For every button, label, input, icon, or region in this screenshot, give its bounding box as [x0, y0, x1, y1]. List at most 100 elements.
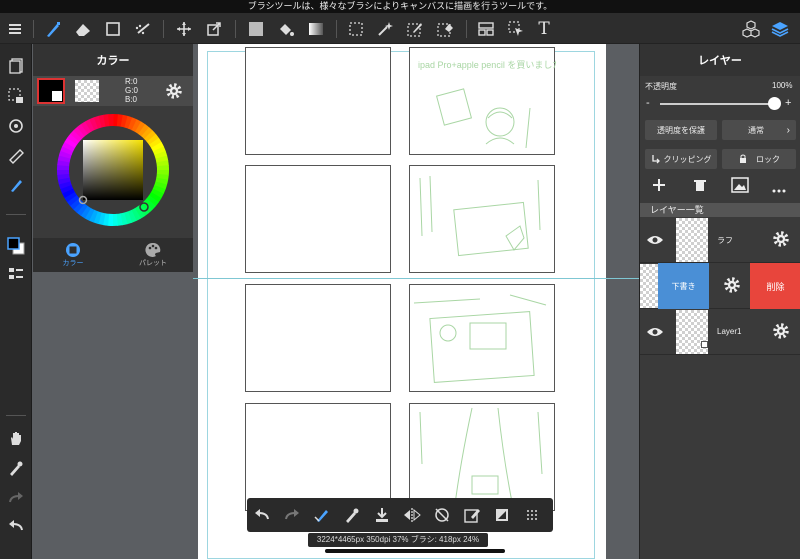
trash-icon[interactable]	[693, 178, 707, 197]
comic-panel-2[interactable]: ipad Pro+apple pencil を買いました!	[409, 47, 564, 155]
opacity-minus-icon[interactable]: -	[646, 97, 650, 109]
transform-icon[interactable]	[201, 13, 227, 44]
frame-icon[interactable]	[473, 13, 499, 44]
menu-icon[interactable]	[4, 13, 26, 44]
visibility-eye-icon[interactable]	[646, 233, 664, 251]
delete-layer-button[interactable]: 削除	[750, 263, 800, 309]
clipping-button[interactable]: クリッピング	[645, 149, 717, 169]
ruler-icon[interactable]	[0, 142, 32, 170]
brush-eraser-toggle-icon[interactable]	[307, 498, 337, 532]
gradient-icon[interactable]	[303, 13, 329, 44]
manga-page[interactable]: ipad Pro+apple pencil を買いました!	[198, 44, 606, 559]
sketch-caption: ipad Pro+apple pencil を買いました!	[418, 60, 556, 70]
canvas-status: 3224*4465px 350dpi 37% ブラシ: 418px 24%	[308, 533, 488, 547]
comic-panel-6[interactable]	[409, 284, 555, 392]
save-download-icon[interactable]	[367, 498, 397, 532]
select-rect-icon[interactable]	[343, 13, 369, 44]
visibility-eye-icon[interactable]	[646, 325, 664, 343]
layer-list-header: レイヤー一覧	[640, 203, 800, 217]
material-icon[interactable]	[738, 13, 764, 44]
transparent-color-swatch[interactable]	[75, 80, 99, 102]
add-layer-icon[interactable]	[652, 178, 666, 197]
color-settings-gear-icon[interactable]	[165, 82, 183, 105]
layer-image-icon[interactable]	[731, 177, 749, 198]
layer-name-selected[interactable]: 下書き	[658, 263, 709, 309]
layer-row-draft[interactable]: 下書き 削除	[640, 263, 800, 309]
layer-settings-gear-icon[interactable]	[772, 230, 790, 253]
layer-row-rough[interactable]: ラフ	[640, 217, 800, 263]
quick-action-bar	[247, 498, 553, 532]
tool-hint-text: ブラシツールは、様々なブラシによりキャンバスに描画を行うツールです。	[247, 1, 553, 11]
color-panel: カラー R:0 G:0 B:0 カラー パレット	[33, 44, 193, 272]
current-color-icon[interactable]	[0, 232, 32, 260]
pointer-icon[interactable]	[503, 13, 529, 44]
layer-settings-gear-icon[interactable]	[772, 322, 790, 345]
redo-icon[interactable]	[0, 484, 32, 512]
eraser-icon[interactable]	[70, 13, 96, 44]
more-options-icon[interactable]	[772, 181, 786, 199]
undo-icon[interactable]	[0, 512, 32, 540]
main-toolbar: T	[0, 13, 800, 44]
redo-icon[interactable]	[277, 498, 307, 532]
layers-icon[interactable]	[766, 13, 794, 44]
canvas-area[interactable]: ipad Pro+apple pencil を買いました!	[193, 44, 639, 559]
select-pen-icon[interactable]	[402, 13, 428, 44]
pages-icon[interactable]	[0, 52, 32, 80]
comic-panel-5[interactable]	[245, 284, 391, 392]
layer-thumbnail	[640, 264, 658, 308]
blend-mode-select[interactable]: 通常 ›	[722, 120, 796, 140]
comic-panel-1[interactable]	[245, 47, 391, 155]
more-grid-icon[interactable]	[517, 498, 547, 532]
tab-color[interactable]: カラー	[33, 238, 113, 272]
hand-icon[interactable]	[0, 424, 32, 452]
opacity-slider[interactable]	[660, 103, 774, 105]
layer-name: Layer1	[717, 327, 742, 336]
text-icon[interactable]: T	[531, 13, 557, 44]
rotate-reset-icon[interactable]	[427, 498, 457, 532]
left-toolbar	[0, 44, 32, 559]
move-icon[interactable]	[171, 13, 197, 44]
layer-list-icon[interactable]	[0, 260, 32, 288]
comic-panel-8[interactable]	[409, 403, 555, 513]
opacity-plus-icon[interactable]: +	[785, 97, 791, 109]
edit-layer-icon[interactable]	[457, 498, 487, 532]
eyedropper-icon[interactable]	[0, 454, 32, 482]
lock-button[interactable]: ロック	[722, 149, 796, 169]
opacity-value: 100%	[772, 81, 793, 90]
sketch-tablet	[419, 175, 541, 257]
rotate-icon[interactable]	[0, 112, 32, 140]
selection-show-icon[interactable]	[0, 82, 32, 110]
color-swatches: R:0 G:0 B:0	[33, 76, 193, 106]
clipping-label: クリッピング	[663, 154, 712, 164]
rgb-g: G:0	[125, 86, 138, 95]
layer-panel: レイヤー 不透明度 100% - + 透明度を保護 通常 › クリッピング ロッ…	[639, 44, 800, 559]
dotted-brush-icon[interactable]	[130, 13, 156, 44]
layer-settings-gear-icon[interactable]	[723, 276, 741, 299]
fill-color-icon[interactable]	[243, 13, 269, 44]
eyedropper-icon[interactable]	[337, 498, 367, 532]
lock-label: ロック	[756, 154, 780, 164]
color-wheel[interactable]	[33, 106, 193, 238]
comic-panel-7[interactable]	[245, 403, 391, 511]
pen-pressure-icon[interactable]	[0, 171, 32, 199]
opacity-slider-knob[interactable]	[768, 97, 781, 110]
tab-palette[interactable]: パレット	[113, 238, 193, 272]
chevron-right-icon: ›	[786, 124, 790, 136]
brush-icon[interactable]	[40, 13, 66, 44]
layer-row-layer1[interactable]: Layer1	[640, 309, 800, 355]
undo-icon[interactable]	[247, 498, 277, 532]
color-tab-icon	[66, 243, 80, 257]
protect-alpha-button[interactable]: 透明度を保護	[645, 120, 717, 140]
bucket-icon[interactable]	[273, 13, 299, 44]
magic-wand-icon[interactable]	[372, 13, 398, 44]
flip-icon[interactable]	[397, 498, 427, 532]
comic-panel-3[interactable]	[245, 165, 391, 273]
rectangle-icon[interactable]	[100, 13, 126, 44]
layer-thumbnail	[676, 218, 708, 262]
fill-shortcut-icon[interactable]	[487, 498, 517, 532]
main-color-swatch[interactable]	[37, 78, 65, 104]
select-eraser-icon[interactable]	[432, 13, 458, 44]
comic-panel-4[interactable]	[409, 165, 555, 273]
layer-type-badge	[701, 341, 708, 348]
layer-panel-title: レイヤー	[640, 44, 800, 76]
